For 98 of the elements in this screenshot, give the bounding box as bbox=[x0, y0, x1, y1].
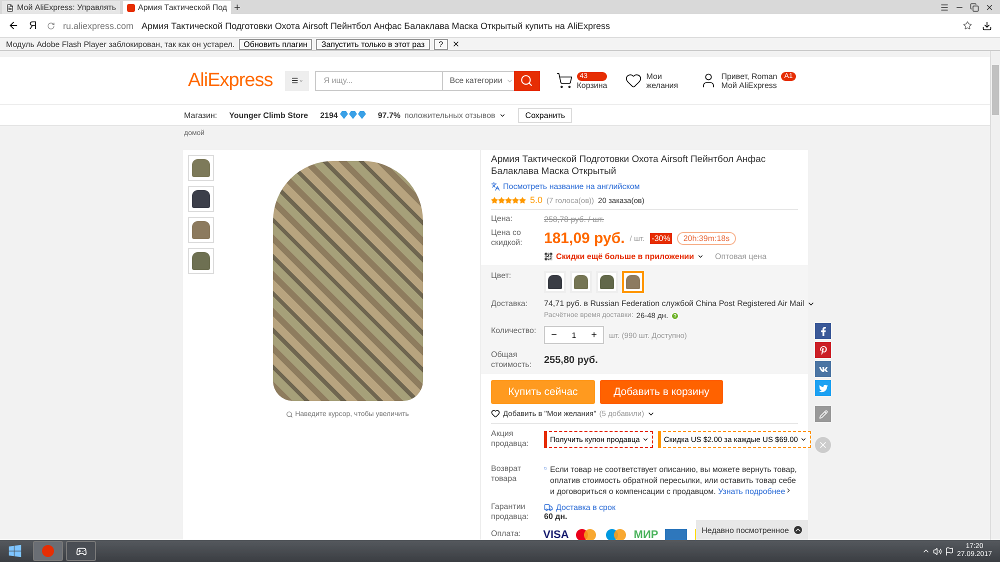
promo-label: Акция продавца: bbox=[491, 429, 530, 449]
back-icon[interactable] bbox=[8, 20, 19, 31]
discount-price-label: Цена со скидкой: bbox=[491, 228, 524, 248]
category-select[interactable]: Все категории bbox=[442, 70, 514, 90]
restore-icon[interactable] bbox=[970, 2, 979, 12]
returns-label: Возврат товара bbox=[491, 464, 522, 484]
infobar-button[interactable]: ? bbox=[434, 38, 448, 50]
infobar-message: Модуль Adobe Flash Player заблокирован, так как он устарел. bbox=[6, 40, 235, 48]
store-label: Магазин: bbox=[184, 110, 218, 120]
close-icon[interactable] bbox=[985, 2, 994, 12]
countdown-timer: 20h:39m:18s bbox=[677, 232, 736, 244]
payment-logo: VISA bbox=[544, 529, 568, 540]
volume-icon[interactable] bbox=[932, 546, 942, 556]
search-icon bbox=[286, 411, 294, 418]
chevron-icon bbox=[696, 253, 704, 260]
windows-logo-icon bbox=[8, 544, 22, 558]
guarantee-label: Гарантии продавца: bbox=[491, 502, 530, 522]
color-label: Цвет: bbox=[491, 271, 512, 281]
thumbnail[interactable] bbox=[188, 248, 214, 274]
chevron-up-icon bbox=[794, 526, 802, 534]
store-name[interactable]: Younger Climb Store bbox=[229, 110, 308, 120]
scrollbar-thumb[interactable] bbox=[992, 65, 999, 115]
infobar-button[interactable]: Обновить плагин bbox=[238, 38, 312, 50]
search-field[interactable]: Я ищу... bbox=[314, 70, 442, 90]
caret-icon bbox=[785, 487, 792, 494]
shipping-label: Доставка: bbox=[491, 299, 529, 309]
help-icon bbox=[671, 312, 680, 320]
guarantee-days: 60 дн. bbox=[544, 512, 616, 521]
wishlist-link[interactable]: Мои желания bbox=[646, 72, 682, 90]
cart-icon[interactable] bbox=[556, 72, 573, 89]
twitter-icon[interactable] bbox=[815, 380, 831, 396]
decrease-button[interactable]: − bbox=[545, 330, 563, 340]
browser-tab[interactable]: Армия Тактической Под bbox=[122, 1, 232, 14]
thumbnail[interactable] bbox=[188, 155, 214, 181]
new-tab-button[interactable]: + bbox=[234, 2, 240, 14]
menu-icon[interactable] bbox=[940, 2, 949, 12]
positive-rating: 97.7% bbox=[378, 110, 401, 120]
qr-code-icon bbox=[544, 252, 553, 261]
categories-button[interactable] bbox=[284, 70, 309, 90]
reload-icon[interactable] bbox=[46, 22, 55, 30]
store-score: 2194 bbox=[320, 110, 338, 120]
translate-icon bbox=[491, 182, 500, 191]
total-label: Общая стоимость: bbox=[491, 350, 532, 370]
pinterest-icon[interactable] bbox=[815, 342, 831, 358]
logo: AliExpress bbox=[188, 70, 273, 92]
product-title: Армия Тактической Подготовки Охота Airsoft Пейнтбол Анфас Балаклава Маска Открытый bbox=[491, 154, 767, 178]
search-button[interactable] bbox=[514, 70, 540, 90]
returns-text: Если товар не соответствует описанию, вы можете вернуть товар, оплатив стоимость обратной пересылки, или оставить товар себе и договориться о компенсации с продавцом. Узнать подробнее bbox=[550, 464, 798, 497]
caret-icon bbox=[298, 78, 303, 84]
thumbnail[interactable] bbox=[188, 186, 214, 212]
heart-icon bbox=[491, 409, 500, 418]
color-swatch[interactable] bbox=[622, 271, 644, 293]
infobar-button[interactable]: Запустить только в этот раз bbox=[316, 38, 430, 50]
page-icon bbox=[6, 4, 14, 12]
chevron-icon bbox=[499, 112, 506, 118]
payment-label: Оплата: bbox=[491, 529, 522, 539]
download-icon[interactable] bbox=[982, 20, 992, 30]
facebook-icon[interactable] bbox=[815, 323, 831, 339]
search-icon bbox=[520, 74, 534, 87]
translate-link[interactable]: Посмотреть название на английском bbox=[503, 182, 640, 191]
discount-badge: -30% bbox=[650, 232, 672, 244]
browser-tab[interactable]: Мой AliExpress: Управлять bbox=[2, 1, 120, 14]
close-icon[interactable] bbox=[452, 40, 460, 48]
thumbnail[interactable] bbox=[188, 217, 214, 243]
guarantee-text: Доставка в срок bbox=[556, 503, 616, 512]
feedback-label[interactable]: положительных отзывов bbox=[404, 110, 496, 120]
quantity-label: Количество: bbox=[491, 326, 538, 336]
increase-button[interactable]: + bbox=[585, 330, 603, 340]
app-promo-link[interactable]: Скидки ещё больше в приложении bbox=[556, 252, 694, 261]
pencil-icon[interactable] bbox=[815, 406, 831, 422]
vk-icon[interactable] bbox=[815, 361, 831, 377]
truck-icon bbox=[544, 503, 553, 512]
caret-icon bbox=[800, 436, 807, 442]
old-price: 258,78 руб. / шт. bbox=[544, 214, 604, 224]
bookmark-icon[interactable] bbox=[963, 21, 972, 30]
caret-icon bbox=[506, 76, 514, 84]
diamonds-icon bbox=[340, 111, 366, 119]
cart-link[interactable]: Корзина bbox=[576, 80, 608, 90]
shipping-method: 74,71 руб. в Russian Federation службой China Post Registered Air Mail bbox=[544, 299, 804, 308]
heart-icon[interactable] bbox=[625, 72, 642, 89]
discount-price: 181,09 руб. bbox=[544, 230, 625, 246]
gamepad-icon[interactable] bbox=[66, 541, 96, 561]
caret-icon bbox=[642, 436, 649, 442]
my-aliexpress-link[interactable]: Мой AliExpress bbox=[721, 80, 796, 90]
url-host: ru.aliexpress.com bbox=[62, 20, 134, 30]
page-title: Армия Тактической Подготовки Охота Airsoft Пейнтбол Анфас Балаклава Маска Открытый купить на AliExpress bbox=[141, 20, 610, 30]
site-icon bbox=[126, 4, 135, 12]
recently-viewed-panel[interactable]: Недавно посмотренное bbox=[696, 520, 808, 540]
yandex-button[interactable]: Я bbox=[29, 20, 37, 32]
flag-icon[interactable] bbox=[944, 546, 954, 556]
payment-logo: МИР bbox=[634, 529, 658, 540]
menu-icon bbox=[290, 75, 299, 86]
price-label: Цена: bbox=[491, 214, 514, 224]
save-button[interactable]: Сохранить bbox=[518, 108, 572, 122]
total-price: 255,80 руб. bbox=[544, 354, 598, 366]
learn-more-link[interactable]: Узнать подробнее bbox=[718, 487, 786, 496]
rating-value: 5.0 bbox=[530, 195, 543, 205]
greeting: Привет, Roman bbox=[721, 72, 778, 80]
